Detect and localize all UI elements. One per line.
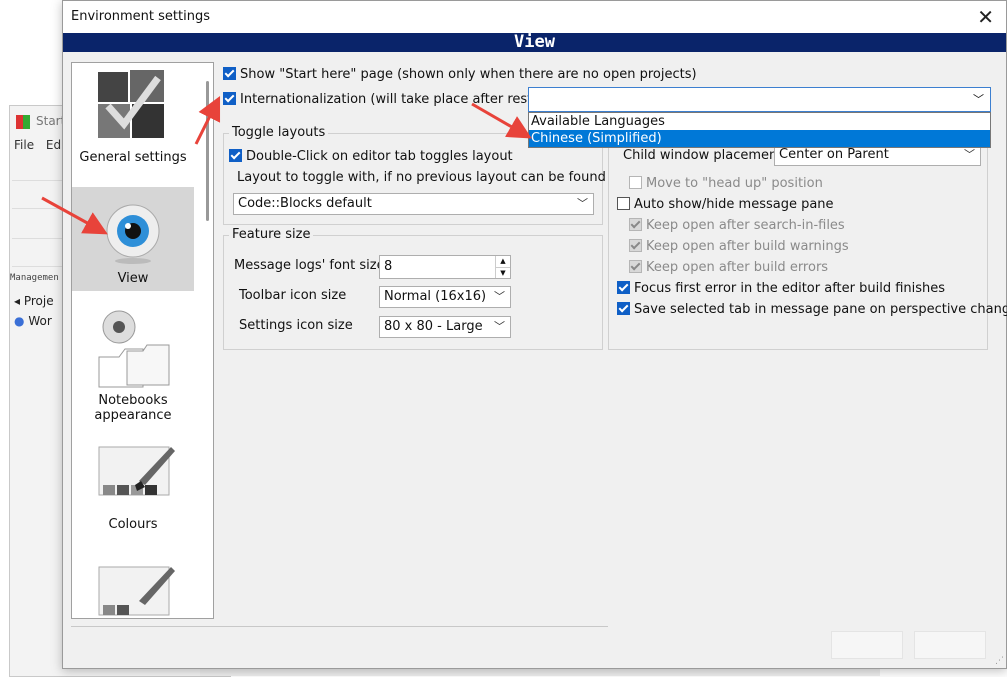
save-selected-tab-label: Save selected tab in message pane on per… — [634, 302, 1007, 317]
feature-size-title: Feature size — [229, 227, 314, 242]
sidebar-item-label: Colours — [108, 517, 158, 532]
palette-icon — [98, 446, 175, 496]
management-panel-label: Managemen — [10, 273, 59, 283]
double-click-toggle-option[interactable]: Double-Click on editor tab toggles layou… — [229, 149, 513, 164]
toggle-layouts-title: Toggle layouts — [229, 125, 329, 140]
chevron-down-icon: ﹀ — [577, 197, 588, 210]
dialog-titlebar: Environment settings ✕ — [63, 1, 1006, 33]
toolbar-icon-size-value: Normal (16x16) — [384, 289, 487, 304]
child-window-placement-label: Child window placement — [623, 148, 783, 163]
keep-open-warnings-checkbox[interactable] — [629, 239, 642, 252]
workspace-icon: ● — [14, 314, 25, 328]
settings-icon-size-label: Settings icon size — [239, 318, 353, 333]
toolbar-icon-size-select[interactable]: Normal (16x16) ﹀ — [379, 286, 511, 308]
settings-icon-size-select[interactable]: 80 x 80 - Large ﹀ — [379, 316, 511, 338]
language-option-chinese-simplified[interactable]: Chinese (Simplified) — [529, 130, 990, 147]
settings-icon-size-value: 80 x 80 - Large — [384, 319, 483, 334]
tree-item-projects-label: Proje — [23, 294, 54, 308]
sidebar-item-notebooks-appearance[interactable]: Notebooks appearance — [72, 307, 194, 435]
font-size-spinner[interactable]: 8 ▲ ▼ — [379, 255, 511, 279]
save-selected-tab-checkbox[interactable] — [617, 302, 630, 315]
tree-item-projects[interactable]: ◂ Proje — [14, 294, 54, 308]
double-click-toggle-checkbox[interactable] — [229, 149, 242, 162]
focus-first-error-checkbox[interactable] — [617, 281, 630, 294]
move-head-up-option[interactable]: Move to "head up" position — [629, 176, 823, 191]
keep-open-errors-checkbox[interactable] — [629, 260, 642, 273]
font-size-value: 8 — [384, 259, 393, 274]
spin-down-icon[interactable]: ▼ — [496, 268, 510, 279]
show-start-here-option[interactable]: Show "Start here" page (shown only when … — [223, 67, 697, 82]
keep-open-search-checkbox[interactable] — [629, 218, 642, 231]
keep-open-warnings-label: Keep open after build warnings — [646, 239, 849, 254]
move-head-up-label: Move to "head up" position — [646, 176, 823, 191]
keep-open-errors-label: Keep open after build errors — [646, 260, 829, 275]
close-icon[interactable]: ✕ — [977, 5, 994, 29]
save-selected-tab-option[interactable]: Save selected tab in message pane on per… — [617, 302, 1007, 317]
sidebar-item-label: General settings — [79, 150, 187, 165]
chevron-down-icon: ﹀ — [494, 290, 505, 303]
background-app-title: Start — [16, 114, 65, 129]
language-options-list[interactable]: Available Languages Chinese (Simplified) — [528, 112, 991, 148]
background-menu: File Ed — [14, 138, 69, 152]
focus-first-error-label: Focus first error in the editor after bu… — [634, 281, 946, 296]
language-option-available[interactable]: Available Languages — [529, 113, 990, 130]
toolbar-icon-size-label: Toolbar icon size — [239, 288, 347, 303]
spin-up-icon[interactable]: ▲ — [496, 256, 510, 268]
cancel-button[interactable] — [914, 631, 986, 659]
tree-item-workspace-label: Wor — [28, 314, 52, 328]
sidebar-item-view[interactable]: View — [72, 187, 194, 291]
resize-grip-icon[interactable]: ⋰ — [995, 656, 1004, 666]
chevron-down-icon: ﹀ — [973, 93, 984, 106]
layout-toggle-label: Layout to toggle with, if no previous la… — [237, 170, 606, 185]
background-tree: ◂ Proje ● Wor — [14, 294, 54, 328]
tree-item-workspace[interactable]: ● Wor — [14, 314, 54, 328]
keep-open-search-option[interactable]: Keep open after search-in-files — [629, 218, 845, 233]
background-app-title-text: Start — [36, 114, 66, 128]
auto-show-hide-label: Auto show/hide message pane — [634, 197, 834, 212]
move-head-up-checkbox[interactable] — [629, 176, 642, 189]
environment-settings-dialog: Environment settings ✕ View General sett… — [62, 0, 1007, 669]
child-window-placement-value: Center on Parent — [779, 147, 889, 162]
focus-first-error-option[interactable]: Focus first error in the editor after bu… — [617, 281, 945, 296]
spinner-buttons[interactable]: ▲ ▼ — [495, 256, 510, 278]
section-header: View — [63, 33, 1006, 52]
dialog-title: Environment settings — [71, 9, 210, 24]
sidebar-scrollbar[interactable] — [206, 81, 209, 221]
menu-edit[interactable]: Ed — [46, 138, 61, 152]
settings-sidebar[interactable]: General settings View Notebooks appearan… — [71, 62, 214, 619]
language-select[interactable]: ﹀ — [528, 87, 991, 112]
auto-show-hide-option[interactable]: Auto show/hide message pane — [617, 197, 834, 212]
keep-open-warnings-option[interactable]: Keep open after build warnings — [629, 239, 849, 254]
ok-button[interactable] — [831, 631, 903, 659]
double-click-toggle-label: Double-Click on editor tab toggles layou… — [246, 149, 513, 164]
eye-icon — [106, 204, 160, 264]
show-start-here-label: Show "Start here" page (shown only when … — [240, 67, 697, 82]
app-logo-icon — [16, 114, 30, 129]
sidebar-item-palette[interactable] — [72, 561, 194, 618]
internationalization-label: Internationalization (will take place af… — [240, 92, 556, 107]
keep-open-errors-option[interactable]: Keep open after build errors — [629, 260, 828, 275]
sidebar-item-colours[interactable]: Colours — [72, 441, 194, 541]
internationalization-option[interactable]: Internationalization (will take place af… — [223, 92, 556, 107]
show-start-here-checkbox[interactable] — [223, 67, 236, 80]
sidebar-item-label: Notebooks appearance — [94, 393, 172, 423]
auto-show-hide-checkbox[interactable] — [617, 197, 630, 210]
chevron-down-icon: ﹀ — [964, 148, 975, 161]
menu-file[interactable]: File — [14, 138, 34, 152]
sidebar-item-label: View — [117, 271, 149, 286]
layout-toggle-value: Code::Blocks default — [238, 196, 372, 211]
palette-icon — [98, 566, 175, 616]
chevron-down-icon: ﹀ — [494, 320, 505, 333]
notebooks-icon — [98, 310, 170, 388]
layout-toggle-select[interactable]: Code::Blocks default ﹀ — [233, 193, 594, 215]
sidebar-item-general-settings[interactable]: General settings — [72, 63, 194, 185]
keep-open-search-label: Keep open after search-in-files — [646, 218, 845, 233]
general-settings-icon — [98, 70, 164, 138]
font-size-label: Message logs' font size: — [234, 258, 389, 273]
footer-divider — [71, 626, 608, 627]
internationalization-checkbox[interactable] — [223, 92, 236, 105]
